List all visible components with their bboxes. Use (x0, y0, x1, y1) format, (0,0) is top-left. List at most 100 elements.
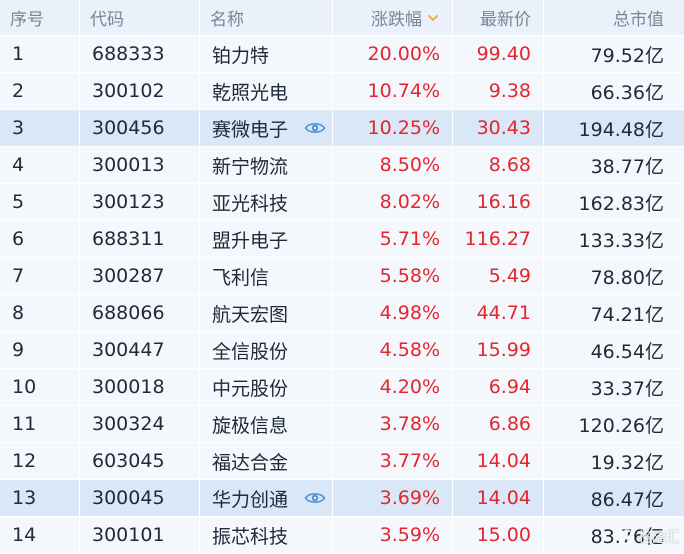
row-code-text: 300324 (92, 413, 165, 435)
table-header: 序号 代码 名称 涨跌幅 最新价 总市值 (0, 0, 684, 36)
table-row[interactable]: 2 300102 乾照光电 10.74% 9.38 66.36亿 (0, 73, 684, 110)
row-price-text: 44.71 (476, 302, 531, 324)
row-price-text: 6.86 (488, 413, 531, 435)
row-code: 300013 (80, 147, 200, 183)
row-code-text: 603045 (92, 450, 165, 472)
table-row[interactable]: 9 300447 全信股份 4.58% 15.99 46.54亿 (0, 332, 684, 369)
eye-icon[interactable] (304, 120, 326, 136)
row-market-cap-text: 120.26亿 (578, 414, 664, 437)
row-index-text: 8 (12, 302, 25, 324)
table-row[interactable]: 13 300045 华力创通 3.69% 14.04 86.47亿 (0, 480, 684, 517)
header-change[interactable]: 涨跌幅 (333, 0, 453, 35)
row-market-cap-text: 78.80亿 (590, 266, 664, 289)
table-row[interactable]: 14300101振芯科技3.59%15.0083.76亿 (0, 517, 684, 554)
row-index: 12 (0, 443, 80, 479)
table-row[interactable]: 10 300018 中元股份 4.20% 6.94 33.37亿 (0, 369, 684, 406)
row-code: 688066 (80, 295, 200, 331)
row-market-cap-text: 74.21亿 (590, 303, 664, 326)
table-row[interactable]: 11 300324 旋极信息 3.78% 6.86 120.26亿 (0, 406, 684, 443)
table-row[interactable]: 3 300456 赛微电子 10.25% 30.43 194.48亿 (0, 110, 684, 147)
gelonghui-logo-icon (619, 529, 635, 545)
row-market-cap: 78.80亿 (544, 258, 684, 294)
row-change: 4.20% (333, 369, 453, 405)
row-name-text: 福达合金 (212, 451, 289, 474)
row-market-cap: 74.21亿 (544, 295, 684, 331)
row-name-text: 全信股份 (212, 340, 289, 363)
table-row[interactable]: 8 688066 航天宏图 4.98% 44.71 74.21亿 (0, 295, 684, 332)
row-change-text: 5.58% (379, 265, 440, 287)
row-change: 3.77% (333, 443, 453, 479)
eye-icon[interactable] (304, 490, 326, 506)
table-row[interactable]: 5 300123 亚光科技 8.02% 16.16 162.83亿 (0, 184, 684, 221)
row-change: 10.74% (333, 73, 453, 109)
row-price: 6.94 (453, 369, 544, 405)
row-price: 44.71 (453, 295, 544, 331)
row-price-text: 8.68 (488, 154, 531, 176)
row-index: 14 (0, 517, 80, 553)
table-row[interactable]: 12 603045 福达合金 3.77% 14.04 19.32亿 (0, 443, 684, 480)
row-index: 5 (0, 184, 80, 220)
row-change-text: 8.50% (379, 154, 440, 176)
row-name: 旋极信息 (200, 406, 333, 442)
row-code: 300287 (80, 258, 200, 294)
row-change-text: 4.20% (379, 376, 440, 398)
row-change: 5.58% (333, 258, 453, 294)
row-code: 300324 (80, 406, 200, 442)
table-row[interactable]: 1 688333 铂力特 20.00% 99.40 79.52亿 (0, 36, 684, 73)
row-name: 中元股份 (200, 369, 333, 405)
row-code-text: 300045 (92, 487, 165, 509)
row-change-text: 20.00% (367, 43, 440, 65)
row-index: 6 (0, 221, 80, 257)
header-price[interactable]: 最新价 (453, 0, 544, 35)
row-index-text: 6 (12, 228, 25, 250)
row-price-text: 6.94 (488, 376, 531, 398)
row-name-text: 铂力特 (212, 44, 270, 67)
row-code-text: 300102 (92, 80, 165, 102)
row-index: 11 (0, 406, 80, 442)
row-change-text: 10.74% (367, 80, 440, 102)
table-row[interactable]: 6 688311 盟升电子 5.71% 116.27 133.33亿 (0, 221, 684, 258)
row-code-text: 688066 (92, 302, 165, 324)
row-market-cap-text: 19.32亿 (590, 451, 664, 474)
row-index: 8 (0, 295, 80, 331)
row-code: 603045 (80, 443, 200, 479)
row-price-text: 116.27 (464, 228, 531, 250)
row-market-cap-text: 86.47亿 (590, 488, 664, 511)
row-code-text: 300013 (92, 154, 165, 176)
row-name-text: 盟升电子 (212, 229, 289, 252)
row-change-text: 3.78% (379, 413, 440, 435)
row-change: 4.58% (333, 332, 453, 368)
header-index: 序号 (0, 0, 80, 35)
row-name: 铂力特 (200, 36, 333, 72)
row-market-cap-text: 133.33亿 (578, 229, 664, 252)
row-code: 300456 (80, 110, 200, 146)
row-price: 16.16 (453, 184, 544, 220)
row-name-text: 赛微电子 (212, 118, 289, 141)
row-name-text: 新宁物流 (212, 155, 289, 178)
header-market-cap[interactable]: 总市值 (544, 0, 684, 35)
row-name-text: 飞利信 (212, 266, 270, 289)
row-index-text: 11 (12, 413, 37, 435)
row-code-text: 688333 (92, 43, 165, 65)
row-price: 30.43 (453, 110, 544, 146)
row-market-cap-text: 79.52亿 (590, 44, 664, 67)
row-index-text: 9 (12, 339, 25, 361)
table-row[interactable]: 7 300287 飞利信 5.58% 5.49 78.80亿 (0, 258, 684, 295)
row-price: 116.27 (453, 221, 544, 257)
row-index-text: 1 (12, 43, 25, 65)
row-code-text: 688311 (92, 228, 165, 250)
header-name[interactable]: 名称 (200, 0, 333, 35)
row-price-text: 16.16 (476, 191, 531, 213)
row-price-text: 15.99 (476, 339, 531, 361)
header-code[interactable]: 代码 (80, 0, 200, 35)
row-change-text: 3.69% (379, 487, 440, 509)
row-code: 688333 (80, 36, 200, 72)
table-row[interactable]: 4 300013 新宁物流 8.50% 8.68 38.77亿 (0, 147, 684, 184)
row-price: 6.86 (453, 406, 544, 442)
row-change-text: 10.25% (367, 117, 440, 139)
row-market-cap-text: 162.83亿 (578, 192, 664, 215)
row-price-text: 30.43 (476, 117, 531, 139)
row-code: 688311 (80, 221, 200, 257)
row-code-text: 300287 (92, 265, 165, 287)
row-change: 8.50% (333, 147, 453, 183)
